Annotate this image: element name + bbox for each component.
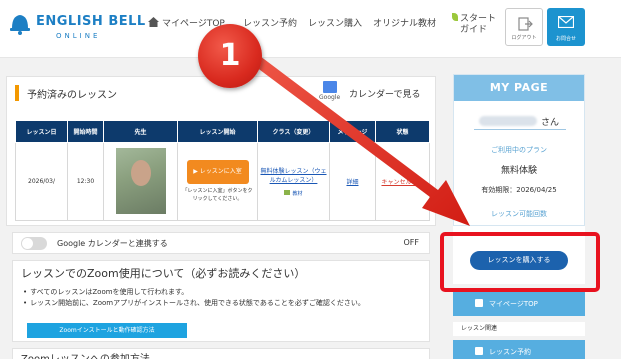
contact-button[interactable]: お問合せ <box>547 8 585 46</box>
col-header: クラス（変更） <box>257 120 330 143</box>
book-icon <box>284 190 291 195</box>
zoom-join-title: Zoomレッスンへの参加方法 <box>21 350 150 359</box>
blurred-name <box>478 116 537 126</box>
reserved-lessons-card: 予約済みのレッスン Google カレンダーで見る レッスン日 開始時間 先生 … <box>6 76 436 226</box>
google-calendar-sync-bar: Google カレンダーと連携する OFF <box>12 232 430 254</box>
table-row: 2026/03/ 12:30 ▶ レッスンに入室 「レッスンに入室」ボタンをクリ… <box>15 142 430 221</box>
nav-lesson-purchase[interactable]: レッスン購入 <box>308 16 362 29</box>
divider <box>474 129 566 130</box>
cancel-link[interactable]: キャンセルする <box>381 179 423 186</box>
bell-icon <box>10 15 30 35</box>
teacher-cell <box>103 142 178 221</box>
message-detail-link[interactable]: 詳細 <box>346 179 358 186</box>
lesson-time: 12:30 <box>67 142 104 221</box>
material-label: 教材 <box>292 191 303 197</box>
nav-purchase-label: レッスン購入 <box>308 19 363 29</box>
google-calendar-icon: Google <box>319 81 343 103</box>
expiry-date: 有効期限：2026/04/25 <box>481 186 557 194</box>
calendar-view-link[interactable]: Google カレンダーで見る <box>319 81 427 103</box>
material-link[interactable]: 教材 <box>258 190 329 197</box>
status-cell: キャンセルする <box>375 142 430 221</box>
sidebar-item-mypage-top[interactable]: マイページTOP <box>453 292 585 316</box>
plan-value: 無料体験 <box>500 166 537 176</box>
google-sync-state: OFF <box>403 238 420 247</box>
zoom-info-list: すべてのレッスンはZoomを使用して行われます。 レッスン開始前に、Zoomアプ… <box>23 287 365 309</box>
sidebar-item-label: レッスン予約 <box>489 348 531 356</box>
nav-start-guide[interactable]: スタート ガイド <box>452 13 496 36</box>
logout-label: ログアウト <box>511 35 537 41</box>
enter-lesson-note: 「レッスンに入室」ボタンをクリックしてください。 <box>182 188 253 202</box>
list-item: すべてのレッスンはZoomを使用して行われます。 <box>23 287 365 298</box>
mypage-panel: MY PAGE さん ご利用中のプラン 無料体験 有効期限：2026/04/25… <box>453 74 585 226</box>
user-suffix: さん <box>540 118 559 128</box>
class-cell: 無料体験レッスン（ウェルカムレッスン） 教材 <box>257 142 330 221</box>
lesson-date: 2026/03/ <box>15 142 68 221</box>
logo-subtext: ONLINE <box>56 32 101 40</box>
zoom-info-panel: レッスンでのZoom使用について（必ずお読みください） すべてのレッスンはZoo… <box>12 260 430 342</box>
home-icon <box>148 17 159 27</box>
google-badge-text: Google <box>319 94 341 101</box>
teacher-photo[interactable] <box>115 147 166 214</box>
logout-icon <box>518 17 533 31</box>
mail-icon <box>558 16 574 28</box>
highlight-box <box>440 232 600 292</box>
col-header: 状態 <box>375 120 430 143</box>
table-header-row: レッスン日 開始時間 先生 レッスン開始 クラス（変更） メッセージ 状態 <box>15 120 430 143</box>
reserved-lessons-title: 予約済みのレッスン <box>27 90 117 101</box>
calendar-icon <box>475 347 483 355</box>
enter-lesson-button[interactable]: ▶ レッスンに入室 <box>186 160 249 184</box>
nav-original-material[interactable]: オリジナル教材 <box>373 16 436 29</box>
col-header: メッセージ <box>329 120 376 143</box>
col-header: 開始時間 <box>67 120 104 143</box>
lesson-start-cell: ▶ レッスンに入室 「レッスンに入室」ボタンをクリックしてください。 <box>177 142 258 221</box>
google-sync-label: Google カレンダーと連携する <box>57 239 168 248</box>
zoom-info-title: レッスンでのZoom使用について（必ずお読みください） <box>21 267 306 280</box>
nav-original-label: オリジナル教材 <box>373 19 437 29</box>
class-change-link[interactable]: 無料体験レッスン（ウェルカムレッスン） <box>260 168 326 184</box>
nav-lesson-reserve[interactable]: レッスン予約 <box>243 16 297 29</box>
list-item: レッスン開始前に、Zoomアプリがインストールされ、使用できる状態であることを必… <box>23 298 365 309</box>
remaining-lessons-label: レッスン可能回数 <box>491 210 547 218</box>
nav-mypage-top[interactable]: マイページTOP <box>148 16 225 29</box>
col-header: レッスン日 <box>15 120 68 143</box>
user-name: さん <box>454 115 584 128</box>
calendar-view-label: カレンダーで見る <box>349 90 421 100</box>
sidebar-item-label: マイページTOP <box>489 300 538 308</box>
logo-text: ENGLISH BELL <box>36 14 146 29</box>
plan-label: ご利用中のプラン <box>491 146 547 154</box>
section-accent-bar <box>15 85 19 101</box>
contact-label: お問合せ <box>555 36 576 42</box>
col-header: 先生 <box>103 120 178 143</box>
col-header: レッスン開始 <box>177 120 258 143</box>
sidebar-item-lesson-reserve[interactable]: レッスン予約 <box>453 340 585 359</box>
start-guide-label-2: ガイド <box>460 25 488 35</box>
leaf-icon <box>452 13 458 21</box>
start-guide-label-1: スタート <box>460 14 497 24</box>
lessons-table: レッスン日 開始時間 先生 レッスン開始 クラス（変更） メッセージ 状態 20… <box>15 120 430 221</box>
sidebar-section-label: レッスン関連 <box>453 322 585 336</box>
nav-reserve-label: レッスン予約 <box>243 19 298 29</box>
step-number: 1 <box>219 38 241 73</box>
logo[interactable]: ENGLISH BELL ONLINE <box>6 10 145 44</box>
step-marker: 1 <box>198 24 262 88</box>
zoom-install-button[interactable]: Zoomインストールと動作確認方法 <box>27 323 187 338</box>
zoom-join-panel: Zoomレッスンへの参加方法 <box>12 348 430 359</box>
home-icon <box>475 299 483 307</box>
google-sync-toggle[interactable] <box>21 237 47 250</box>
logout-button[interactable]: ログアウト <box>505 8 543 46</box>
site-header: ENGLISH BELL ONLINE マイページTOP レッスン予約 レッスン… <box>0 0 621 58</box>
mypage-title: MY PAGE <box>454 75 584 101</box>
message-cell: 詳細 <box>329 142 376 221</box>
